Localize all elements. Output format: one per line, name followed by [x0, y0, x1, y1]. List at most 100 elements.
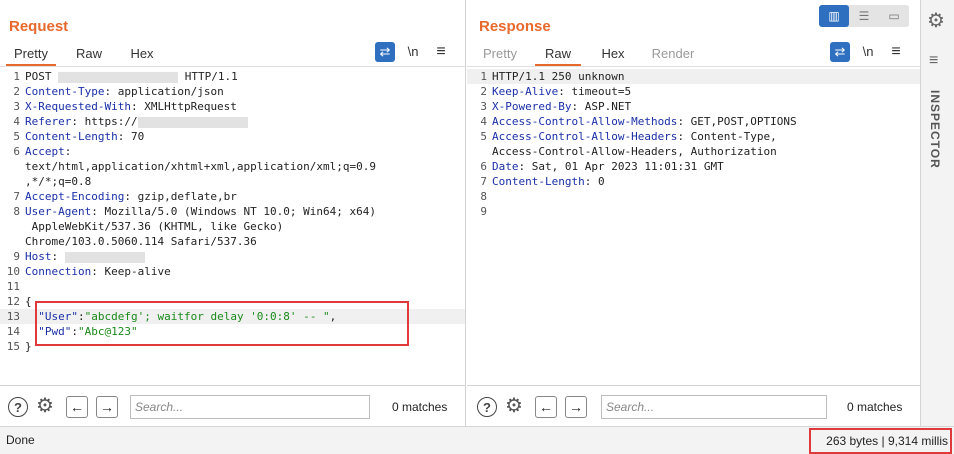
code-line: 1 HTTP/1.1 250 unknown: [467, 69, 920, 84]
code-text: Accept:: [25, 144, 71, 159]
status-text: Done: [6, 433, 35, 447]
request-match-count: 0 matches: [392, 400, 448, 414]
code-token: : GET,POST,OPTIONS: [677, 115, 797, 128]
line-number: 12: [6, 295, 20, 308]
help-icon[interactable]: ?: [8, 397, 28, 417]
inspector-settings-icon[interactable]: ⚙: [927, 8, 945, 33]
inspector-lines-icon[interactable]: ≡: [929, 52, 938, 70]
tabbed-layout-icon[interactable]: ▭: [879, 5, 909, 27]
tab-raw[interactable]: Raw: [70, 44, 108, 66]
response-title: Response: [479, 18, 551, 35]
tab-render[interactable]: Render: [647, 44, 699, 66]
code-line: 4 Referer: https://: [0, 114, 465, 129]
editor-divider: [0, 66, 465, 67]
header-name: Accept: [25, 145, 65, 158]
request-search-input[interactable]: Search...: [130, 395, 370, 419]
help-icon[interactable]: ?: [477, 397, 497, 417]
code-line: 3 X-Requested-With: XMLHttpRequest: [0, 99, 465, 114]
inspector-tab[interactable]: INSPECTOR: [928, 90, 942, 169]
request-pane: Request Pretty Raw Hex ⇄ \n ≡ 1 POST HTTP…: [0, 0, 466, 426]
code-line: Access-Control-Allow-Headers, Authorizat…: [467, 144, 920, 159]
code-token: POST: [25, 70, 59, 83]
header-name: Host: [25, 250, 52, 263]
code-text: Content-Length: 0: [492, 174, 605, 189]
tab-pretty[interactable]: Pretty: [477, 44, 523, 66]
next-match-button[interactable]: →: [565, 396, 587, 418]
code-text: User-Agent: Mozilla/5.0 (Windows NT 10.0…: [25, 204, 376, 219]
line-number: 13: [6, 310, 20, 323]
editor-divider: [467, 66, 920, 67]
header-name: X-Requested-With: [25, 100, 131, 113]
code-text: Content-Length: 70: [25, 129, 144, 144]
code-token: }: [25, 340, 32, 353]
request-search-bar: ? ⚙ ← → Search... 0 matches: [0, 385, 465, 426]
line-number: 2: [13, 85, 20, 98]
code-token: Access-Control-Allow-Headers, Authorizat…: [492, 145, 777, 158]
line-number: 11: [6, 280, 20, 293]
code-line: 4 Access-Control-Allow-Methods: GET,POST,…: [467, 114, 920, 129]
line-number: 1: [480, 70, 487, 83]
code-text: }: [25, 339, 32, 354]
redacted-value: [137, 116, 248, 128]
menu-icon[interactable]: ≡: [431, 42, 451, 62]
next-match-button[interactable]: →: [96, 396, 118, 418]
show-newlines-icon[interactable]: \n: [858, 42, 878, 62]
code-line: 10 Connection: Keep-alive: [0, 264, 465, 279]
line-number: 3: [13, 100, 20, 113]
wrap-lines-icon[interactable]: ⇄: [375, 42, 395, 62]
code-token: : 70: [117, 130, 145, 143]
code-line: 8: [467, 189, 920, 204]
line-number: 9: [13, 250, 20, 263]
redacted-value: [64, 251, 145, 263]
code-line: 1 POST HTTP/1.1: [0, 69, 465, 84]
code-line: ,*/*;q=0.8: [0, 174, 465, 189]
status-bar: Done 263 bytes | 9,314 millis: [0, 426, 954, 454]
code-text: Access-Control-Allow-Headers, Authorizat…: [492, 144, 777, 159]
code-token: : Sat, 01 Apr 2023 11:01:31 GMT: [518, 160, 724, 173]
code-text: X-Requested-With: XMLHttpRequest: [25, 99, 237, 114]
previous-match-button[interactable]: ←: [535, 396, 557, 418]
code-token: : Keep-alive: [91, 265, 171, 278]
code-line: 6 Date: Sat, 01 Apr 2023 11:01:31 GMT: [467, 159, 920, 174]
response-search-input[interactable]: Search...: [601, 395, 827, 419]
tab-hex[interactable]: Hex: [122, 44, 162, 66]
tab-hex[interactable]: Hex: [593, 44, 633, 66]
code-text: Date: Sat, 01 Apr 2023 11:01:31 GMT: [492, 159, 724, 174]
settings-gear-icon[interactable]: ⚙: [503, 396, 525, 418]
layout-toggle: ▥ ☰ ▭: [819, 5, 909, 27]
previous-match-button[interactable]: ←: [66, 396, 88, 418]
show-newlines-icon[interactable]: \n: [403, 42, 423, 62]
response-search-bar: ? ⚙ ← → Search... 0 matches: [467, 385, 920, 426]
code-text: Access-Control-Allow-Headers: Content-Ty…: [492, 129, 777, 144]
code-token: Chrome/103.0.5060.114 Safari/537.36: [25, 235, 257, 248]
response-match-count: 0 matches: [847, 400, 903, 414]
code-line: Chrome/103.0.5060.114 Safari/537.36: [0, 234, 465, 249]
request-title: Request: [9, 18, 69, 35]
line-number: 6: [13, 145, 20, 158]
code-line: 8 User-Agent: Mozilla/5.0 (Windows NT 10.…: [0, 204, 465, 219]
response-editor[interactable]: 1 HTTP/1.1 250 unknown 2 Keep-Alive: timeou…: [467, 69, 920, 385]
header-name: Content-Length: [492, 175, 585, 188]
line-number: 6: [480, 160, 487, 173]
code-token: : timeout=5: [558, 85, 632, 98]
code-line: 11: [0, 279, 465, 294]
side-by-side-layout-icon[interactable]: ▥: [819, 5, 849, 27]
response-editor-tools: ⇄ \n ≡: [830, 42, 910, 64]
code-token: : gzip,deflate,br: [124, 190, 237, 203]
line-number: 5: [480, 130, 487, 143]
header-name: User-Agent: [25, 205, 92, 218]
line-number: 1: [13, 70, 20, 83]
settings-gear-icon[interactable]: ⚙: [34, 396, 56, 418]
code-text: text/html,application/xhtml+xml,applicat…: [25, 159, 376, 174]
code-text: ,*/*;q=0.8: [25, 174, 91, 189]
tab-raw[interactable]: Raw: [535, 44, 581, 66]
wrap-lines-icon[interactable]: ⇄: [830, 42, 850, 62]
code-text: Keep-Alive: timeout=5: [492, 84, 631, 99]
tab-pretty[interactable]: Pretty: [6, 44, 56, 66]
code-text: Host:: [25, 249, 145, 264]
menu-icon[interactable]: ≡: [886, 42, 906, 62]
stacked-layout-icon[interactable]: ☰: [849, 5, 879, 27]
code-text: Access-Control-Allow-Methods: GET,POST,O…: [492, 114, 797, 129]
code-text: Accept-Encoding: gzip,deflate,br: [25, 189, 237, 204]
header-name: Referer: [25, 115, 72, 128]
